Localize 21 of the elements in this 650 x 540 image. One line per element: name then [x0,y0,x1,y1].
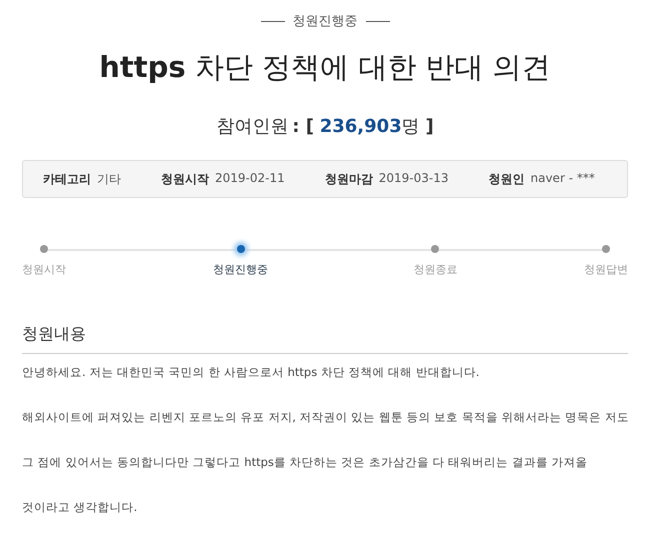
participants-count: : [ 236,903명 ] [292,115,434,138]
info-label: 청원인 [488,170,524,188]
step-label: 청원시작 [22,262,66,277]
info-label: 카테고리 [43,170,91,188]
body-text: 안녕하세요. 저는 대한민국 국민의 한 사람으로서 https 차단 정책에 대해 반대합니다. [22,364,480,380]
section-heading: 청원내용 [22,324,628,354]
body-text: 해외사이트에 퍼져있는 리벤지 포르노의 유포 저지, 저작권이 있는 웹툰 등의 보호 목적을 위해서라는 명목은 저도 [22,409,628,425]
info-value: naver - *** [530,170,595,186]
info-label: 청원시작 [161,170,209,188]
info-value: 2019-02-11 [215,170,285,186]
body-text: 그 점에 있어서는 동의합니다만 그렇다고 https를 차단하는 것은 초가삼간을 다 태워버리는 결과를 가져올 [22,454,588,470]
info-value: 2019-03-13 [378,170,448,186]
body-text: 것이라고 생각합니다. [22,499,138,515]
step-label: 청원종료 [413,262,458,277]
petition-title: https 차단 정책에 대한 반대 의견 [98,49,552,86]
step-label: 청원답변 [584,262,628,277]
participants-label: 참여인원 [216,115,288,138]
info-label: 청원마감 [324,170,373,188]
status-label: 청원진행중 [292,13,358,30]
step-label: 청원진행중 [213,262,268,277]
info-value: 기타 [97,170,121,188]
